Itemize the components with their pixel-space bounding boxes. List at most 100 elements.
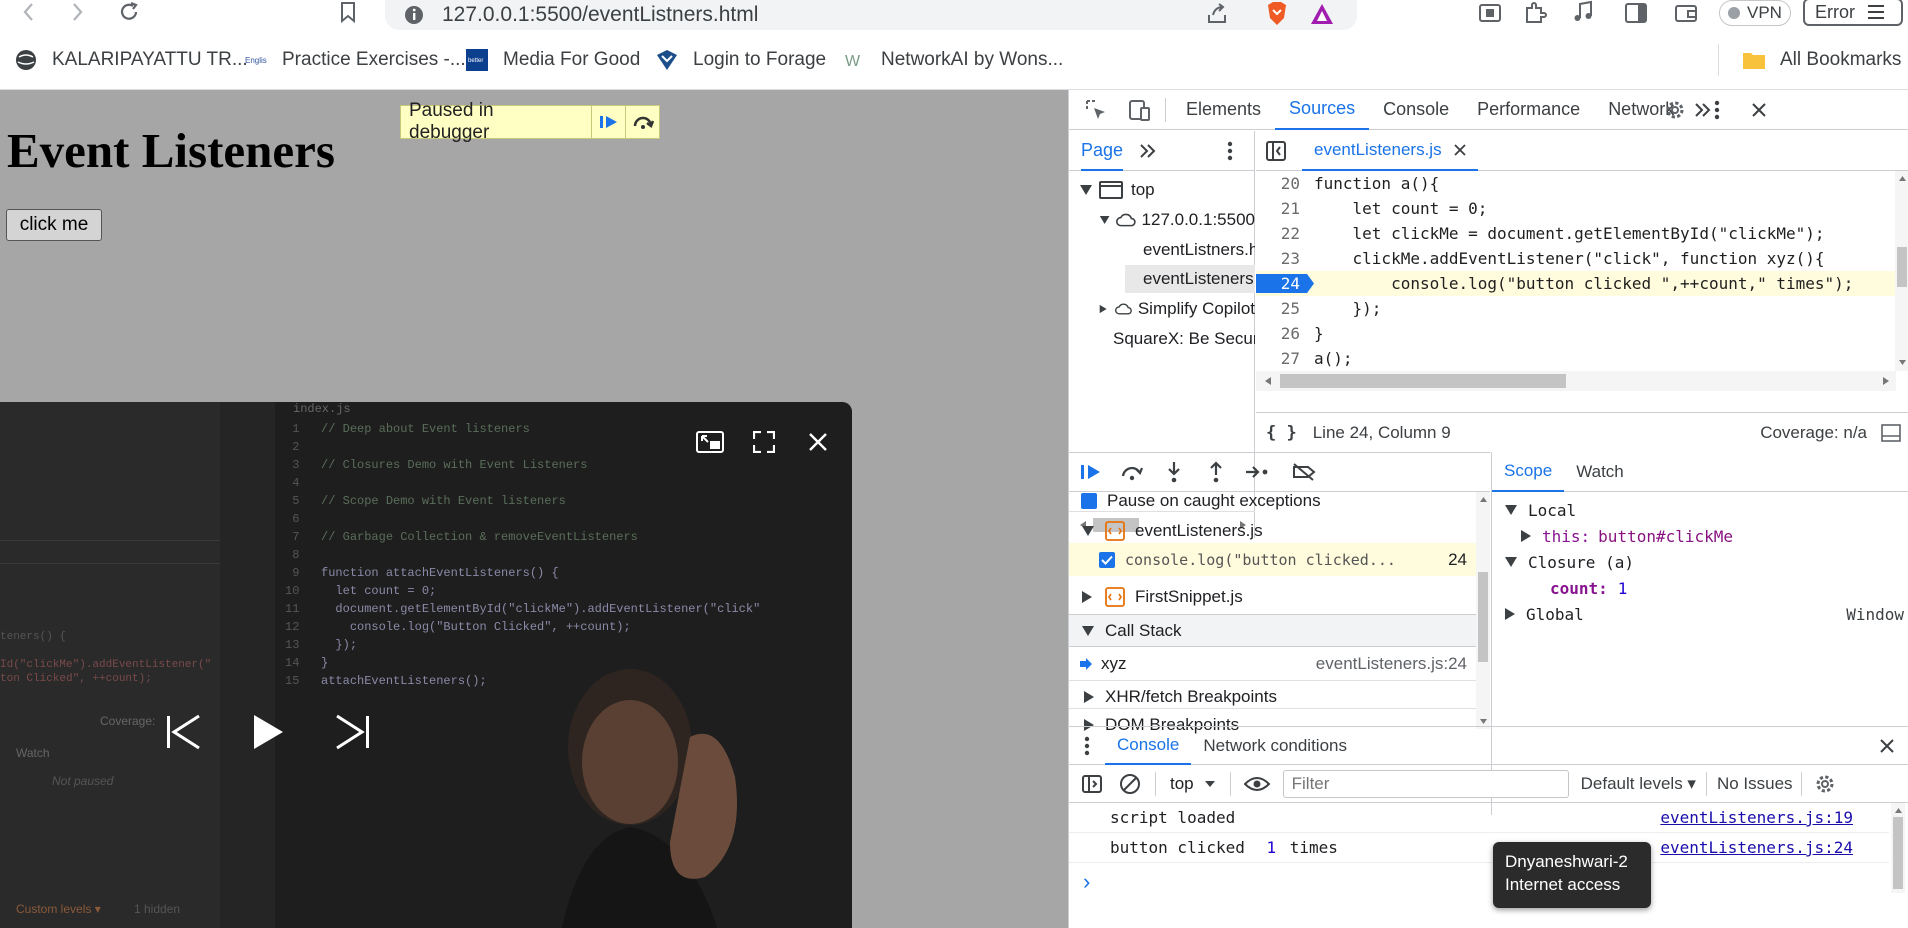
resume-button[interactable] (591, 106, 625, 138)
context-selector[interactable]: top (1162, 774, 1224, 794)
vpn-button[interactable]: VPN (1719, 0, 1791, 26)
line-number[interactable]: 25 (1256, 299, 1314, 318)
tab-search-icon[interactable] (1478, 2, 1502, 24)
tab-console[interactable]: Console (1369, 90, 1463, 130)
code-line[interactable]: 26} (1256, 321, 1896, 346)
device-toolbar-button[interactable] (1117, 90, 1159, 130)
close-drawer-button[interactable] (1869, 727, 1905, 765)
forward-button[interactable] (62, 0, 92, 24)
debugger-sidebar-scrollbar[interactable] (1476, 492, 1490, 729)
console-filter-input[interactable] (1282, 769, 1569, 798)
code-line[interactable]: 25 }); (1256, 296, 1896, 321)
line-number[interactable]: 26 (1256, 324, 1314, 343)
extensions-icon[interactable] (1523, 2, 1547, 24)
tree-item-extension[interactable]: SquareX: Be Secure (1099, 325, 1255, 353)
tab-performance[interactable]: Performance (1463, 90, 1594, 130)
more-navigator-tabs-icon[interactable] (1139, 143, 1157, 159)
code-view[interactable]: 20 function a(){21 let count = 0; 22 let c… (1256, 171, 1896, 371)
step-out-button[interactable] (1195, 453, 1237, 491)
back-button[interactable] (14, 0, 44, 24)
coverage-toggle-icon[interactable] (1881, 423, 1901, 442)
code-line[interactable]: 27 a(); (1256, 346, 1896, 371)
next-track-button[interactable] (330, 710, 374, 754)
tab-scope[interactable]: Scope (1492, 452, 1565, 492)
bookmark-star-button[interactable] (333, 0, 363, 24)
navigator-menu-icon[interactable] (1227, 141, 1233, 161)
log-levels-dropdown[interactable]: Default levels ▾ (1581, 774, 1696, 794)
call-stack-header[interactable]: Call Stack (1069, 614, 1481, 647)
checkbox-icon[interactable] (1081, 492, 1097, 509)
wallet-icon[interactable] (1674, 2, 1698, 24)
code-line[interactable]: 24 console.log("button clicked ",++count… (1256, 271, 1896, 296)
line-number[interactable]: 21 (1256, 199, 1314, 218)
clear-console-button[interactable] (1111, 766, 1149, 802)
tree-item-top[interactable]: top (1079, 176, 1255, 204)
play-button[interactable] (246, 710, 290, 754)
console-prompt[interactable]: › (1083, 869, 1090, 895)
brave-shields-icon[interactable] (1265, 1, 1289, 27)
breakpoint-row[interactable]: console.log("button clicked... 24 (1069, 543, 1481, 576)
code-line[interactable]: 23 clickMe.addEventListener("click", fun… (1256, 246, 1896, 271)
breakpoint-checkbox[interactable] (1099, 551, 1115, 568)
scope-local-row[interactable]: Local (1504, 497, 1576, 523)
code-line[interactable]: 21 let count = 0; (1256, 196, 1896, 221)
console-sidebar-button[interactable] (1073, 766, 1111, 802)
toggle-navigator-button[interactable] (1256, 131, 1296, 171)
tab-watch[interactable]: Watch (1564, 452, 1636, 492)
step-button[interactable] (1237, 453, 1279, 491)
deactivate-breakpoints-button[interactable] (1279, 453, 1329, 491)
click-me-button[interactable]: click me (6, 209, 102, 241)
fullscreen-button[interactable] (742, 420, 786, 464)
line-number[interactable]: 23 (1256, 249, 1314, 268)
bookmark-item[interactable]: better Media For Good (465, 46, 640, 74)
call-frame-row[interactable]: xyz eventListeners.js:24 (1069, 647, 1481, 680)
picture-in-picture-video[interactable]: teners() { Id("clickMe").addEventListene… (0, 402, 852, 928)
scope-count-row[interactable]: count: 1 (1550, 575, 1627, 601)
console-source-link[interactable]: eventListeners.js:19 (1660, 808, 1853, 827)
reload-button[interactable] (114, 0, 144, 24)
snippet-file-row[interactable]: FirstSnippet.js (1069, 580, 1481, 613)
scope-this-row[interactable]: this: button#clickMe (1520, 523, 1733, 549)
bookmark-item[interactable]: Login to Forage (655, 46, 826, 74)
settings-button[interactable] (1657, 90, 1693, 130)
drawer-tab-network-conditions[interactable]: Network conditions (1191, 727, 1359, 765)
tree-item-js-file[interactable]: eventListeners.js (1125, 265, 1255, 293)
step-over-button[interactable] (1111, 453, 1153, 491)
console-source-link[interactable]: eventListeners.js:24 (1660, 838, 1853, 857)
open-file-tab[interactable]: eventListeners.js (1302, 131, 1478, 171)
console-settings-button[interactable] (1810, 766, 1840, 802)
resume-button[interactable] (1071, 453, 1111, 491)
live-expression-button[interactable] (1237, 766, 1277, 802)
inspect-element-button[interactable] (1075, 90, 1117, 130)
customize-menu-button[interactable] (1699, 90, 1735, 130)
issues-counter[interactable]: No Issues (1717, 774, 1793, 794)
tree-item-origin[interactable]: 127.0.0.1:5500 (1099, 206, 1255, 234)
brave-rewards-icon[interactable] (1309, 2, 1335, 26)
close-tab-icon[interactable] (1453, 143, 1466, 156)
step-over-button[interactable] (625, 106, 659, 138)
close-devtools-button[interactable] (1741, 90, 1777, 130)
previous-track-button[interactable] (162, 710, 206, 754)
music-icon[interactable] (1571, 0, 1595, 24)
sidebar-icon[interactable] (1624, 2, 1648, 24)
tab-sources[interactable]: Sources (1275, 90, 1370, 130)
line-number[interactable]: 22 (1256, 224, 1314, 243)
all-bookmarks-button[interactable]: All Bookmarks (1742, 46, 1901, 74)
scope-global-row[interactable]: Global Window (1504, 601, 1904, 627)
scope-closure-row[interactable]: Closure (a) (1504, 549, 1634, 575)
drawer-tab-console[interactable]: Console (1105, 727, 1192, 765)
back-to-tab-button[interactable] (688, 420, 732, 464)
profile-error-button[interactable]: Error (1803, 0, 1903, 26)
editor-vertical-scrollbar[interactable] (1895, 171, 1908, 371)
tree-item-html-file[interactable]: eventListners.html (1133, 236, 1255, 264)
close-pip-button[interactable] (796, 420, 840, 464)
code-line[interactable]: 22 let clickMe = document.getElementById… (1256, 221, 1896, 246)
code-line[interactable]: 20 function a(){ (1256, 171, 1896, 196)
step-into-button[interactable] (1153, 453, 1195, 491)
pretty-print-icon[interactable]: { } (1266, 423, 1297, 443)
tab-page[interactable]: Page (1081, 131, 1124, 171)
bookmark-item[interactable]: W NetworkAI by Wons... (843, 46, 1063, 74)
site-info-icon[interactable] (403, 4, 425, 26)
drawer-menu-button[interactable] (1069, 727, 1105, 765)
console-scrollbar[interactable] (1891, 803, 1905, 893)
